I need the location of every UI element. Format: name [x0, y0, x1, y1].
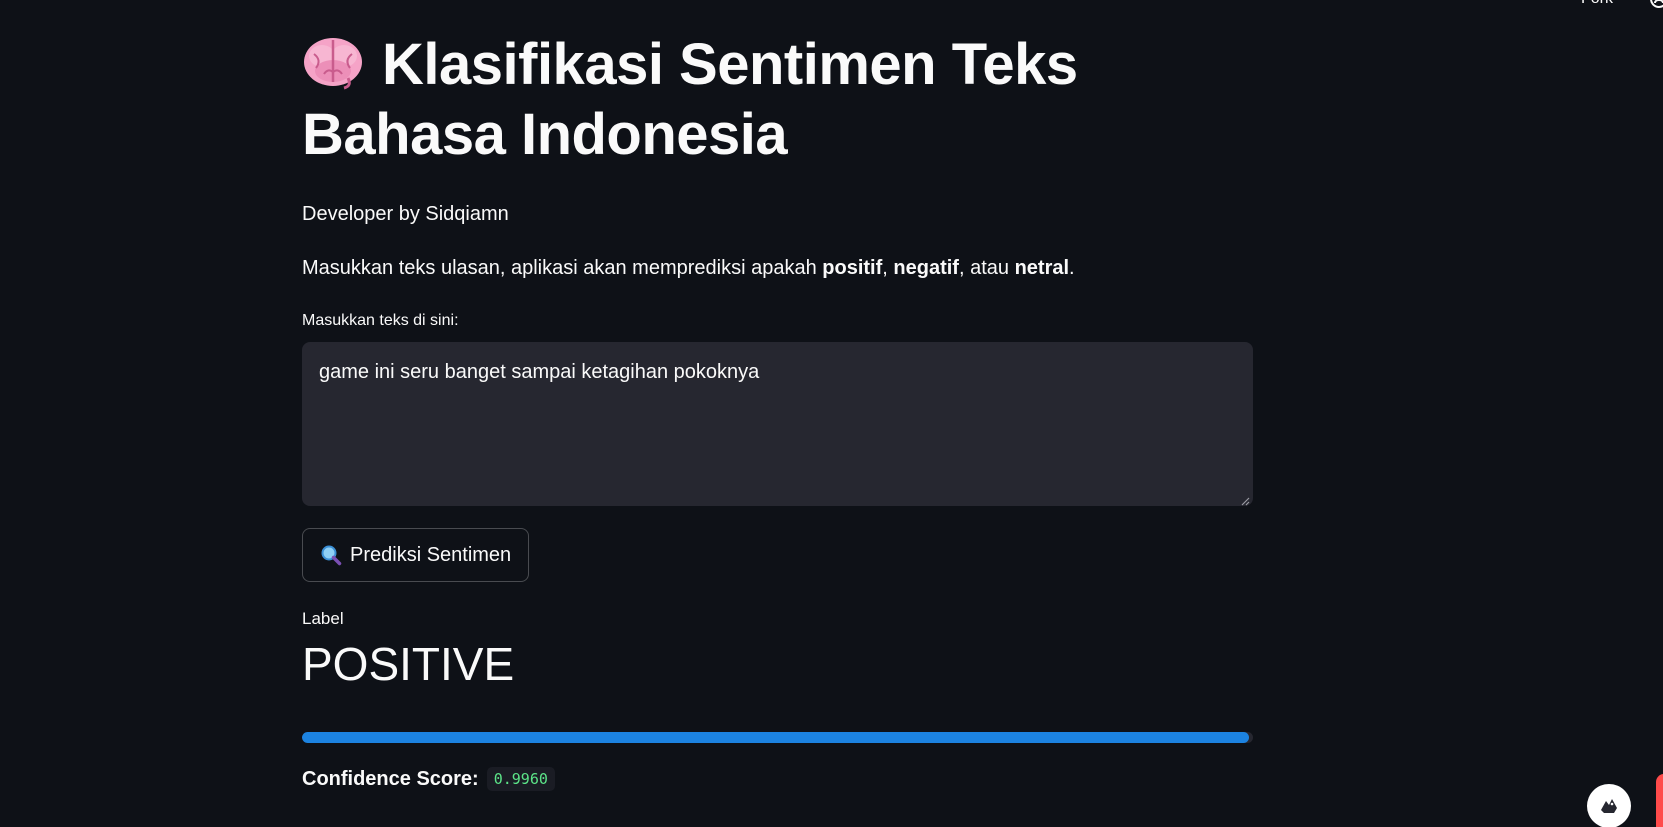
description-text: Masukkan teks ulasan, aplikasi akan memp… — [302, 254, 1253, 282]
review-text-input[interactable]: game ini seru banget sampai ketagihan po… — [302, 342, 1253, 506]
result-value: POSITIVE — [302, 638, 515, 690]
page-title-text: Klasifikasi Sentimen Teks Bahasa Indones… — [302, 32, 1078, 167]
text-input-label: Masukkan teks di sini: — [302, 312, 459, 329]
developer-credit: Developer by Sidqiamn — [302, 203, 509, 225]
description-neutral: netral — [1014, 257, 1070, 279]
github-icon[interactable] — [1649, 0, 1663, 9]
confidence-value: 0.9960 — [486, 767, 555, 791]
top-toolbar: Fork — [1581, 0, 1663, 10]
predict-sentiment-button[interactable]: Prediksi Sentimen — [302, 528, 530, 582]
brain-icon — [302, 34, 364, 90]
confidence-label: Confidence Score: — [302, 767, 479, 790]
description-sep-1: , — [882, 257, 894, 279]
app-root: Fork Klasifikasi Sentimen Teks Bahasa — [0, 0, 1663, 827]
fork-button[interactable]: Fork — [1581, 0, 1613, 8]
description-sep-2: , atau — [958, 257, 1015, 279]
description-negative: negatif — [893, 257, 959, 279]
status-edge-badge — [1656, 774, 1663, 827]
description-suffix: . — [1069, 257, 1075, 279]
predict-sentiment-label: Prediksi Sentimen — [350, 543, 512, 566]
confidence-progress-bar — [302, 732, 1253, 743]
text-input-container: game ini seru banget sampai ketagihan po… — [302, 342, 1253, 506]
streamlit-logo-icon — [1601, 799, 1617, 813]
manage-app-button[interactable] — [1587, 784, 1631, 827]
resize-handle-icon[interactable] — [1240, 493, 1250, 506]
description-prefix: Masukkan teks ulasan, aplikasi akan memp… — [302, 257, 823, 279]
main-content: Klasifikasi Sentimen Teks Bahasa Indones… — [302, 0, 1253, 791]
description-positive: positif — [822, 257, 883, 279]
result-label: Label — [302, 609, 344, 628]
magnifier-icon — [320, 544, 342, 566]
page-title: Klasifikasi Sentimen Teks Bahasa Indones… — [302, 30, 1102, 170]
confidence-row: Confidence Score: 0.9960 — [302, 767, 1253, 791]
confidence-progress-fill — [302, 732, 1250, 743]
